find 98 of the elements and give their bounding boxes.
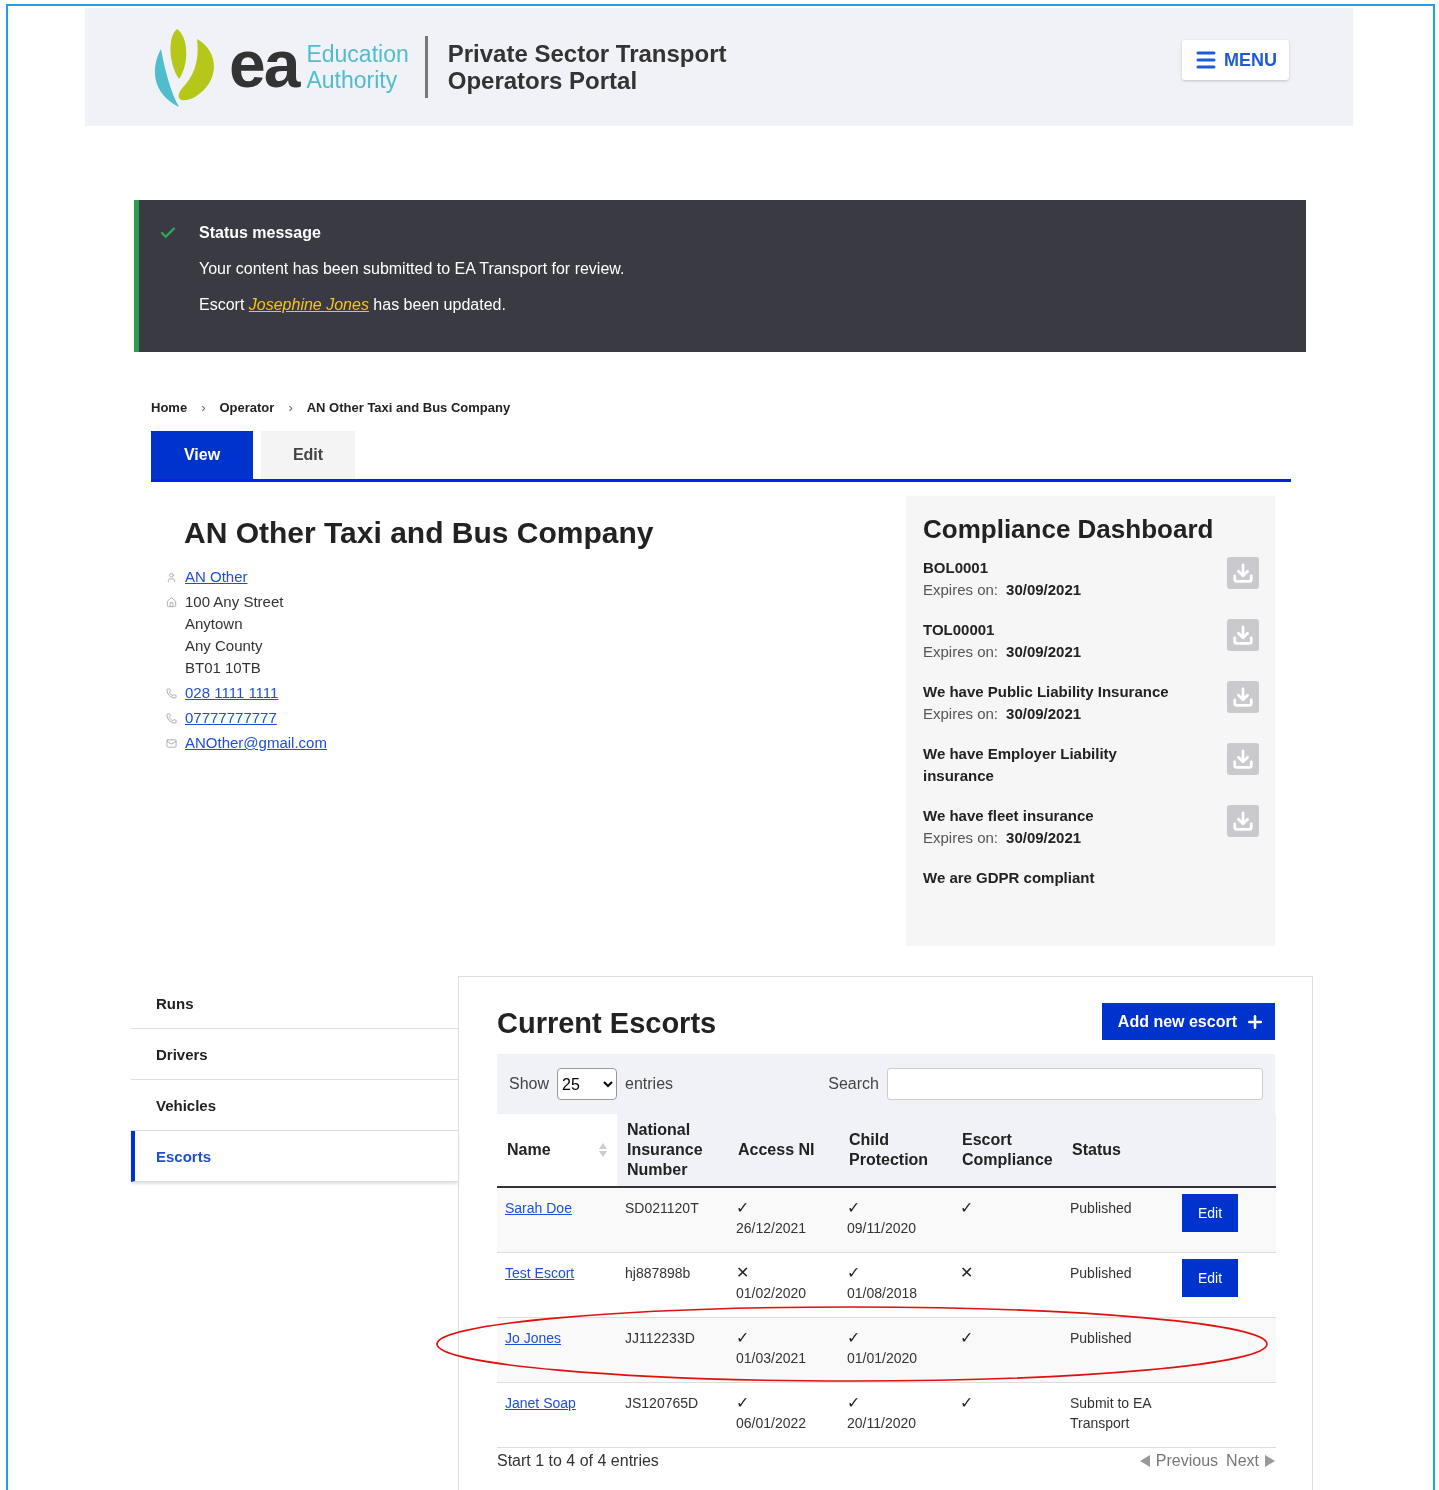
download-icon[interactable] (1227, 619, 1259, 651)
add-escort-button[interactable]: Add new escort (1101, 1003, 1275, 1040)
phone-icon (166, 713, 177, 724)
column-header: Status (1062, 1114, 1174, 1187)
expires-label: Expires on: (923, 704, 999, 724)
envelope-icon (166, 738, 177, 749)
home-icon (166, 597, 177, 608)
tab[interactable]: View (151, 431, 253, 479)
table-cell: ✓ 06/01/2022 (728, 1382, 839, 1448)
expiry-date: 30/09/2021 (1006, 642, 1082, 662)
status-text: Your content has been submitted to EA Transport for review. (199, 260, 625, 278)
table-info: Start 1 to 4 of 4 entries (497, 1452, 659, 1470)
previous-link[interactable]: Previous (1139, 1452, 1219, 1470)
column-header[interactable]: Name (497, 1114, 617, 1187)
column-header: National Insurance Number (617, 1114, 728, 1187)
previous-icon (1139, 1455, 1150, 1467)
side-menu-item[interactable]: Runs (131, 978, 458, 1029)
address-line: Any County (185, 637, 264, 654)
contact-link[interactable]: 07777777777 (185, 709, 277, 726)
table-cell: ✓ (952, 1317, 1062, 1383)
entries-select[interactable]: 25 (557, 1068, 618, 1100)
status-text: Escort Josephine Jones has been updated. (199, 296, 507, 314)
next-icon (1265, 1455, 1275, 1467)
table-cell: ✓ 01/08/2018 (839, 1252, 952, 1318)
breadcrumb-link[interactable]: AN Other Taxi and Bus Company (306, 400, 511, 415)
compliance-item-name: We are GDPR compliant (923, 868, 1095, 888)
table-cell: SD021120T (617, 1187, 728, 1253)
entries-label: entries (625, 1075, 674, 1093)
escort-name-link[interactable]: Janet Soap (505, 1395, 576, 1411)
compliance-item-name: We have fleet insurance (923, 806, 1094, 826)
operator-title: AN Other Taxi and Bus Company (184, 516, 655, 550)
escort-name-link[interactable]: Sarah Doe (505, 1200, 572, 1216)
compliance-item-name: We have Public Liability Insurance (923, 682, 1169, 702)
side-menu-item[interactable]: Vehicles (131, 1080, 458, 1131)
table-cell: ✓ 09/11/2020 (839, 1187, 952, 1253)
tab[interactable]: Edit (261, 431, 355, 479)
contact-link[interactable]: 028 1111 1111 (185, 684, 279, 701)
expiry-date: 30/09/2021 (1006, 580, 1082, 600)
breadcrumb-separator: › (288, 400, 293, 415)
table-cell: ✓ 26/12/2021 (728, 1187, 839, 1253)
table-cell: Submit to EA Transport (1062, 1382, 1174, 1448)
table-cell: ✕ (952, 1252, 1062, 1318)
breadcrumb-separator: › (201, 400, 206, 415)
logo-name: Education Authority (306, 41, 409, 93)
table-cell: Published (1062, 1187, 1174, 1253)
table-cell: Published (1062, 1252, 1174, 1318)
site-title: Private Sector Transport Operators Portal (447, 40, 727, 94)
column-header: Escort Compliance (952, 1114, 1062, 1187)
person-icon (166, 572, 177, 583)
table-cell: ✓ 01/03/2021 (728, 1317, 839, 1383)
expires-label: Expires on: (923, 828, 999, 848)
table-cell: ✓ (952, 1187, 1062, 1253)
address-line: Anytown (185, 615, 244, 632)
contact-link[interactable]: AN Other (185, 568, 248, 585)
expiry-date: 30/09/2021 (1006, 828, 1082, 848)
status-title: Status message (199, 224, 322, 242)
edit-button[interactable]: Edit (1182, 1259, 1238, 1297)
download-icon[interactable] (1227, 557, 1259, 589)
next-link[interactable]: Next (1226, 1452, 1275, 1470)
compliance-item-name: BOL0001 (923, 558, 990, 578)
side-menu-item[interactable]: Drivers (131, 1029, 458, 1080)
table-cell: ✕ 01/02/2020 (728, 1252, 839, 1318)
table-cell: hj887898b (617, 1252, 728, 1318)
phone-icon (166, 688, 177, 699)
column-header: Child Protection (839, 1114, 952, 1187)
table-cell: JJ112233D (617, 1317, 728, 1383)
address-line: 100 Any Street (185, 593, 284, 610)
escort-name-link[interactable]: Jo Jones (505, 1330, 562, 1346)
breadcrumb-link[interactable]: Operator (219, 400, 275, 415)
breadcrumb-link[interactable]: Home (151, 400, 188, 415)
expires-label: Expires on: (923, 642, 999, 662)
escort-link[interactable]: Josephine Jones (248, 296, 369, 313)
card-title: Current Escorts (497, 1007, 717, 1040)
edit-button[interactable]: Edit (1182, 1194, 1238, 1232)
expiry-date: 30/09/2021 (1006, 704, 1082, 724)
side-menu-item[interactable]: Escorts (131, 1131, 458, 1182)
search-field[interactable] (887, 1068, 1263, 1100)
column-header: Access NI (728, 1114, 839, 1187)
escort-name-link[interactable]: Test Escort (505, 1265, 575, 1281)
download-icon[interactable] (1227, 743, 1259, 775)
compliance-item-name: TOL00001 (923, 620, 996, 640)
table-cell: ✓ 20/11/2020 (839, 1382, 952, 1448)
table-cell: Published (1062, 1317, 1174, 1383)
search-label: Search (828, 1075, 879, 1093)
compliance-item-name: We have Employer Liability insurance (923, 744, 1118, 786)
menu-button[interactable]: MENU (1182, 40, 1289, 80)
download-icon[interactable] (1227, 681, 1259, 713)
address-line: BT01 10TB (185, 659, 262, 676)
show-label: Show (509, 1075, 550, 1093)
logo-mark: ea (229, 31, 299, 97)
table-cell: ✓ (952, 1382, 1062, 1448)
table-cell: ✓ 01/01/2020 (839, 1317, 952, 1383)
expires-label: Expires on: (923, 580, 999, 600)
table-cell: JS120765D (617, 1382, 728, 1448)
contact-link[interactable]: ANOther@gmail.com (185, 734, 327, 751)
download-icon[interactable] (1227, 805, 1259, 837)
sort-icon (599, 1143, 607, 1157)
panel-title: Compliance Dashboard (923, 514, 1215, 545)
